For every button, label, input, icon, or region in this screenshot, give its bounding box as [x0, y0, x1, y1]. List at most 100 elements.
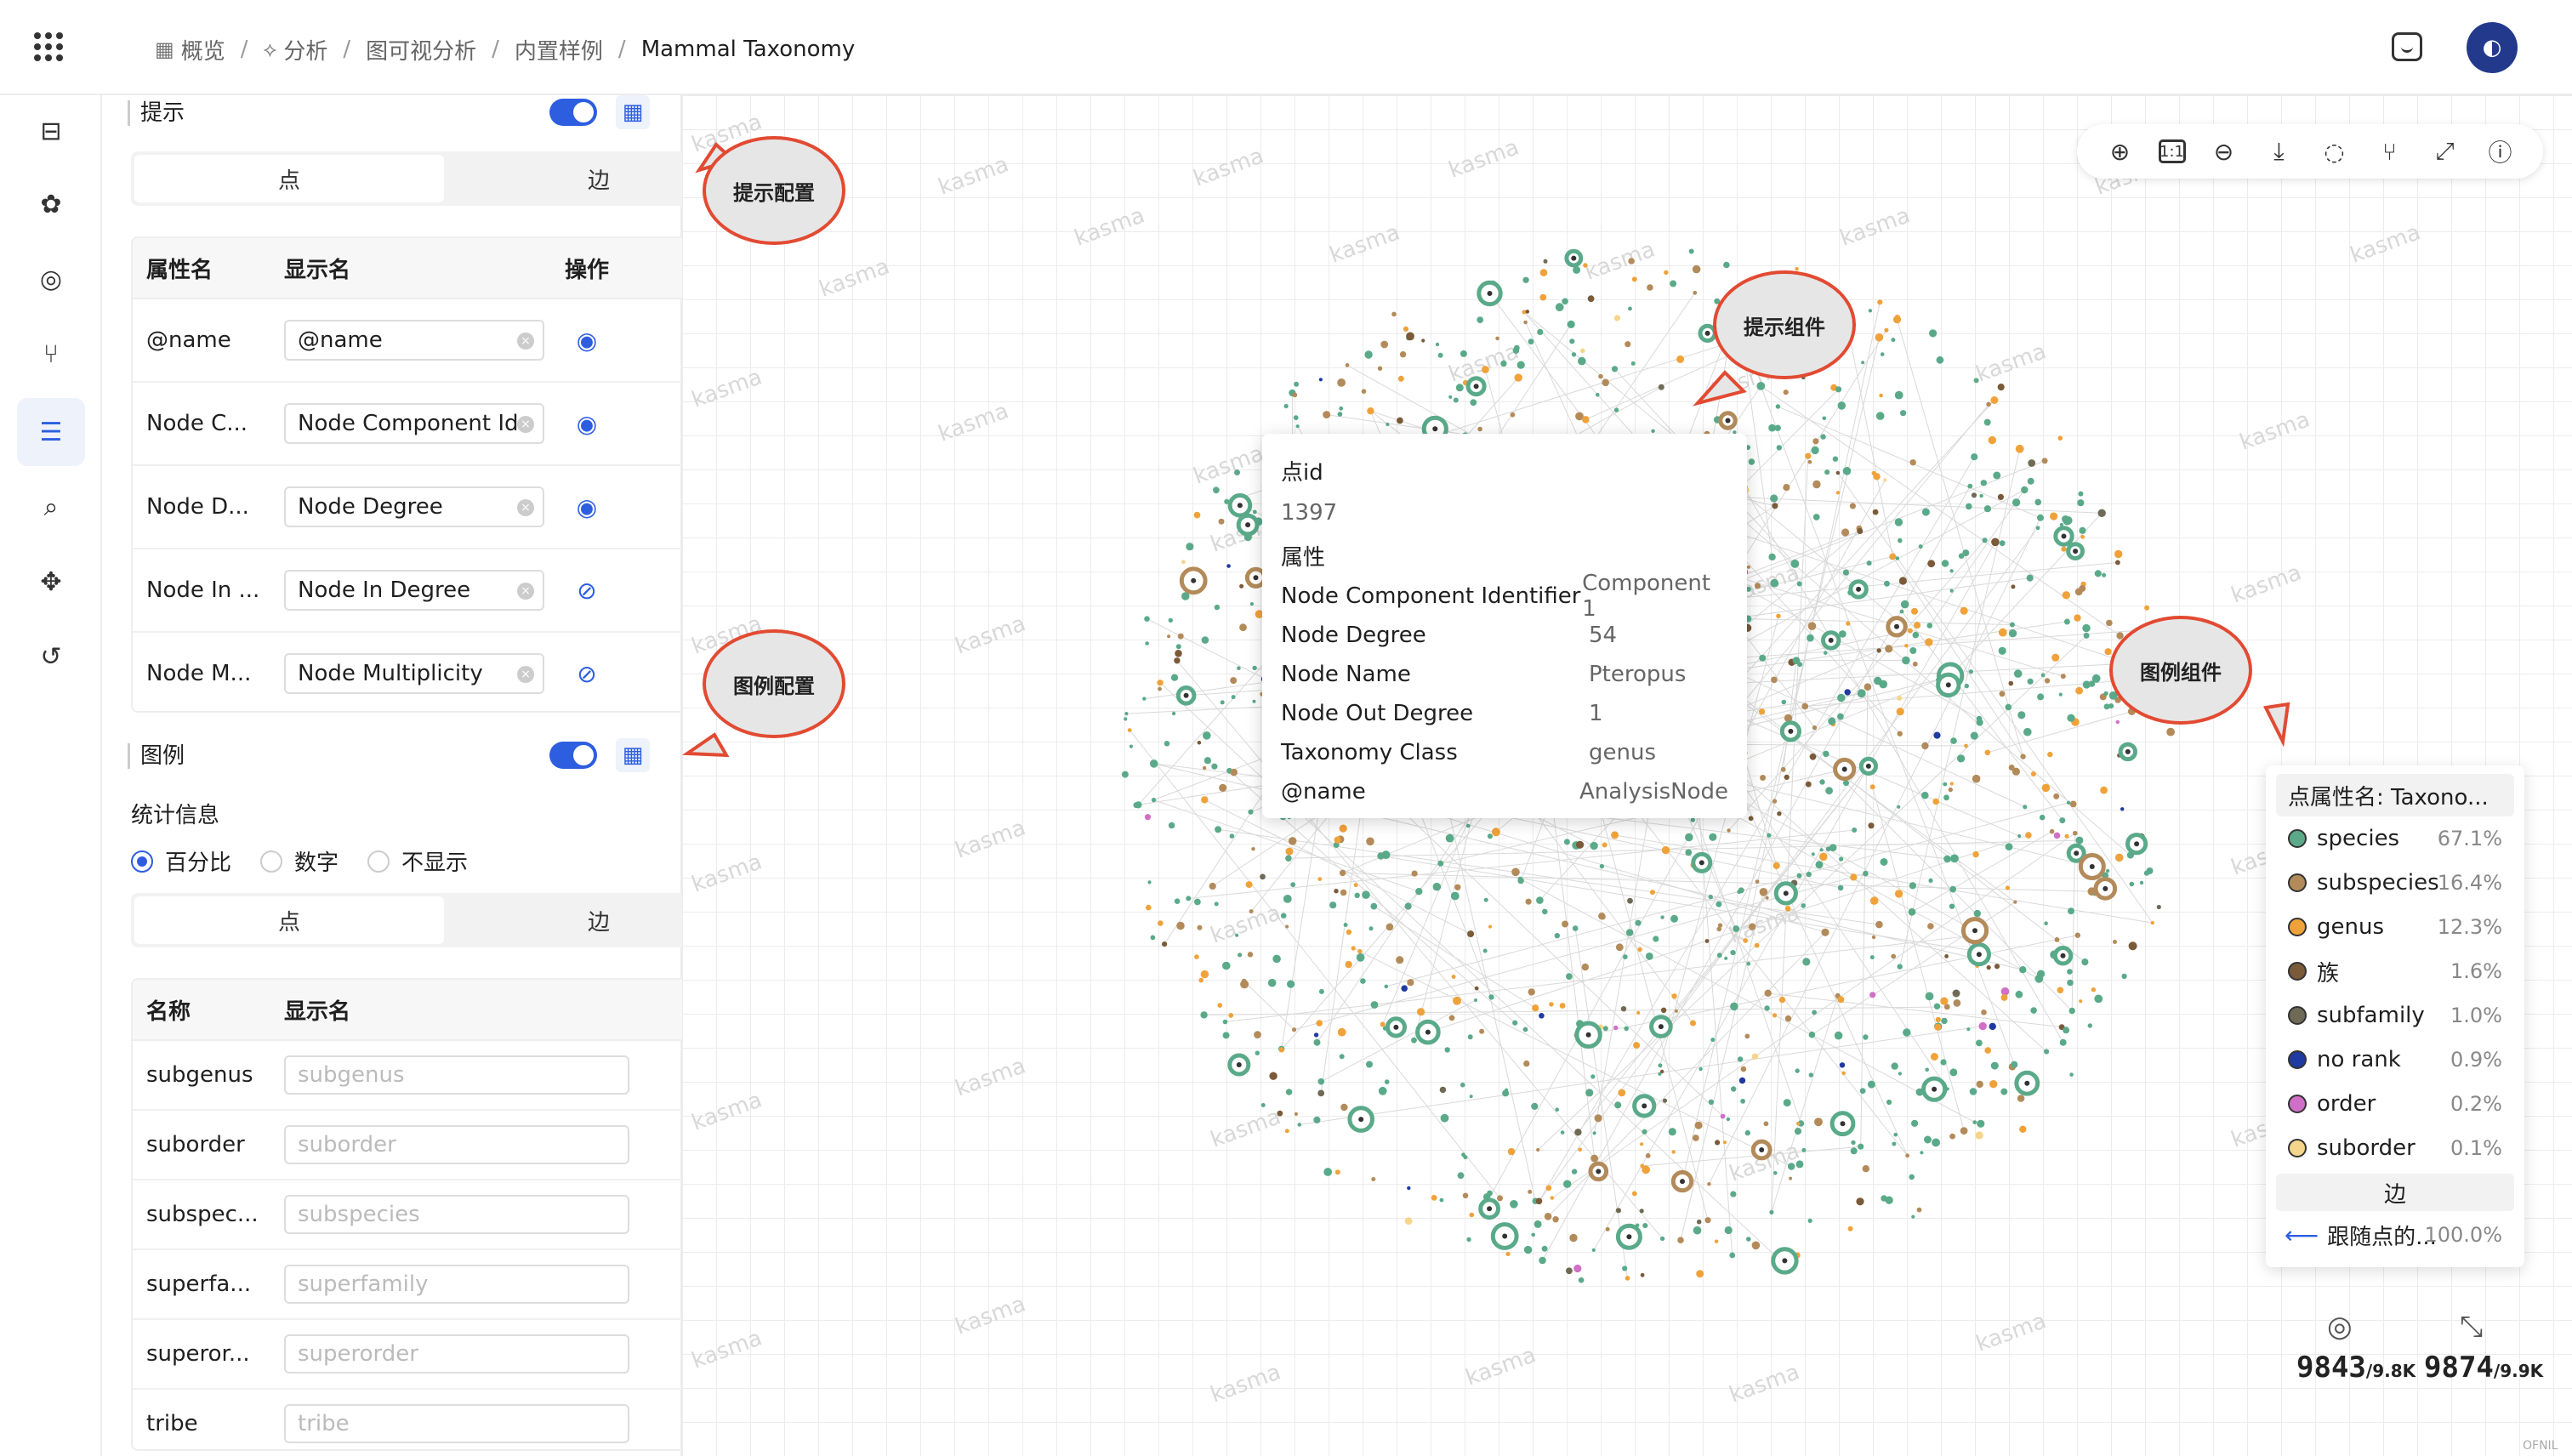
legend-tab-node[interactable]: 点: [134, 896, 444, 944]
rail-search-icon[interactable]: ⌕: [17, 473, 85, 541]
radio-number[interactable]: 数字: [260, 845, 339, 877]
graph-node: [2079, 999, 2083, 1004]
rail-palette-icon[interactable]: ◎: [17, 245, 85, 313]
graph-node: [1345, 960, 1352, 969]
lasso-icon[interactable]: ◌: [2318, 134, 2352, 168]
legend-display-input[interactable]: subgenus: [284, 1055, 629, 1095]
graph-node: [1186, 543, 1194, 551]
legend-item[interactable]: subspecies 16.4%: [2276, 861, 2514, 905]
display-name-input[interactable]: Node Multiplicity ×: [284, 653, 544, 694]
table-header: 属性名 显示名 操作: [133, 238, 755, 299]
graph-node: [1907, 628, 1913, 634]
legend-edge-header[interactable]: 边: [2276, 1174, 2514, 1211]
breadcrumb-graph-analysis[interactable]: 图可视分析: [366, 34, 476, 65]
graph-node: [1886, 1099, 1892, 1106]
clear-icon[interactable]: ×: [517, 333, 534, 350]
breadcrumb-analysis[interactable]: ⟡ 分析: [263, 34, 327, 65]
display-name-input[interactable]: @name ×: [284, 320, 544, 361]
rail-style-icon[interactable]: ✿: [17, 170, 85, 238]
eye-icon[interactable]: ◉: [577, 493, 597, 521]
graph-node: [1620, 1006, 1627, 1012]
graph-canvas[interactable]: kasma kasma kasma kasma kasma kasma kasma kasma…: [682, 95, 2572, 1456]
apps-grid-icon[interactable]: [34, 32, 63, 61]
clear-icon[interactable]: ×: [517, 499, 534, 516]
breadcrumb-builtin-samples[interactable]: 内置样例: [515, 34, 603, 65]
zoom-out-icon[interactable]: ⊖: [2207, 134, 2241, 168]
graph-node: [1897, 695, 1903, 701]
graph-node: [2074, 614, 2081, 622]
graph-node: [1124, 717, 1128, 721]
radio-percent[interactable]: 百分比: [131, 845, 231, 877]
rail-settings-icon[interactable]: ☰: [17, 398, 85, 466]
legend-display-input[interactable]: superorder: [284, 1334, 629, 1374]
graph-node: [1941, 560, 1949, 567]
graph-node: [1960, 606, 1968, 615]
legend-item[interactable]: no rank 0.9%: [2276, 1038, 2514, 1082]
tip-tab-node[interactable]: 点: [134, 155, 444, 202]
zoom-in-icon[interactable]: ⊕: [2103, 134, 2137, 168]
graph-node: [1775, 404, 1781, 409]
legend-item[interactable]: order 0.2%: [2276, 1082, 2514, 1126]
help-icon[interactable]: ⓘ: [2484, 134, 2518, 168]
graph-node: [1658, 1063, 1663, 1068]
display-name-input[interactable]: Node Degree ×: [284, 486, 544, 527]
legend-item[interactable]: suborder 0.1%: [2276, 1126, 2514, 1170]
clear-icon[interactable]: ×: [517, 666, 534, 683]
graph-node: [1968, 669, 1973, 674]
graph-node: [1991, 537, 2000, 547]
radio-hide[interactable]: 不显示: [367, 845, 468, 877]
path-icon[interactable]: ⑂: [2373, 134, 2407, 168]
graph-hub-center: [1945, 682, 1951, 688]
graph-edge: [1767, 992, 2063, 1028]
rail-history-icon[interactable]: ↺: [17, 623, 85, 691]
legend-toggle[interactable]: [549, 742, 597, 769]
eye-icon[interactable]: ◉: [577, 410, 597, 438]
download-icon[interactable]: ⤓: [2262, 134, 2296, 168]
one-to-one-icon[interactable]: 1:1: [2158, 139, 2186, 163]
graph-node: [1550, 1196, 1554, 1200]
table-row: subgenus subgenus: [133, 1041, 755, 1111]
eye-icon[interactable]: ◉: [577, 327, 597, 355]
legend-display-input[interactable]: suborder: [284, 1125, 629, 1164]
graph-node: [1294, 381, 1300, 387]
display-name-input[interactable]: Node Component Id ×: [284, 403, 544, 444]
legend-item[interactable]: species 67.1%: [2276, 816, 2514, 861]
legend-edge-item[interactable]: ⟵ 跟随点的... 100.0%: [2276, 1211, 2514, 1259]
legend-node-header[interactable]: 点属性名: Taxono...: [2276, 774, 2514, 816]
fullscreen-icon[interactable]: ⤢: [2428, 134, 2462, 168]
eye-off-icon[interactable]: ⊘: [577, 577, 596, 605]
legend-layout-button[interactable]: ▦: [616, 738, 650, 772]
legend-item-label: order: [2317, 1091, 2376, 1117]
graph-node: [1594, 1114, 1602, 1123]
graph-node: [1201, 796, 1209, 804]
rail-plugin-icon[interactable]: ✥: [17, 548, 85, 616]
feedback-icon[interactable]: [2392, 32, 2422, 61]
tip-layout-button[interactable]: ▦: [616, 95, 650, 129]
avatar[interactable]: ◐: [2467, 22, 2518, 73]
tip-toggle[interactable]: [549, 99, 597, 126]
graph-node: [1894, 390, 1903, 400]
display-name-input[interactable]: Node In Degree ×: [284, 570, 544, 611]
left-icon-rail: ⊟ ✿ ◎ ⑂ ☰ ⌕ ✥ ↺: [0, 95, 102, 1456]
eye-off-icon[interactable]: ⊘: [577, 660, 596, 688]
breadcrumb-overview[interactable]: ▦ 概览: [155, 34, 225, 65]
graph-hub-center: [1183, 692, 1189, 698]
graph-node: [2030, 771, 2036, 776]
legend-item[interactable]: genus 12.3%: [2276, 905, 2514, 949]
legend-item[interactable]: subfamily 1.0%: [2276, 993, 2514, 1038]
graph-node: [1781, 699, 1787, 705]
clear-icon[interactable]: ×: [517, 583, 534, 600]
legend-display-input[interactable]: tribe: [284, 1404, 629, 1443]
graph-hub-center: [1253, 575, 1259, 581]
clear-icon[interactable]: ×: [517, 416, 534, 433]
graph-node: [1576, 840, 1585, 849]
rail-layout-icon[interactable]: ⊟: [17, 97, 85, 165]
graph-node: [1727, 828, 1731, 833]
graph-hub-center: [1932, 1086, 1938, 1092]
legend-display-input[interactable]: superfamily: [284, 1265, 629, 1304]
legend-display-input[interactable]: subspecies: [284, 1195, 629, 1234]
rail-branch-icon[interactable]: ⑂: [17, 320, 85, 388]
graph-node: [2019, 966, 2027, 974]
graph-node: [1543, 259, 1548, 264]
legend-item[interactable]: 族 1.6%: [2276, 949, 2514, 993]
